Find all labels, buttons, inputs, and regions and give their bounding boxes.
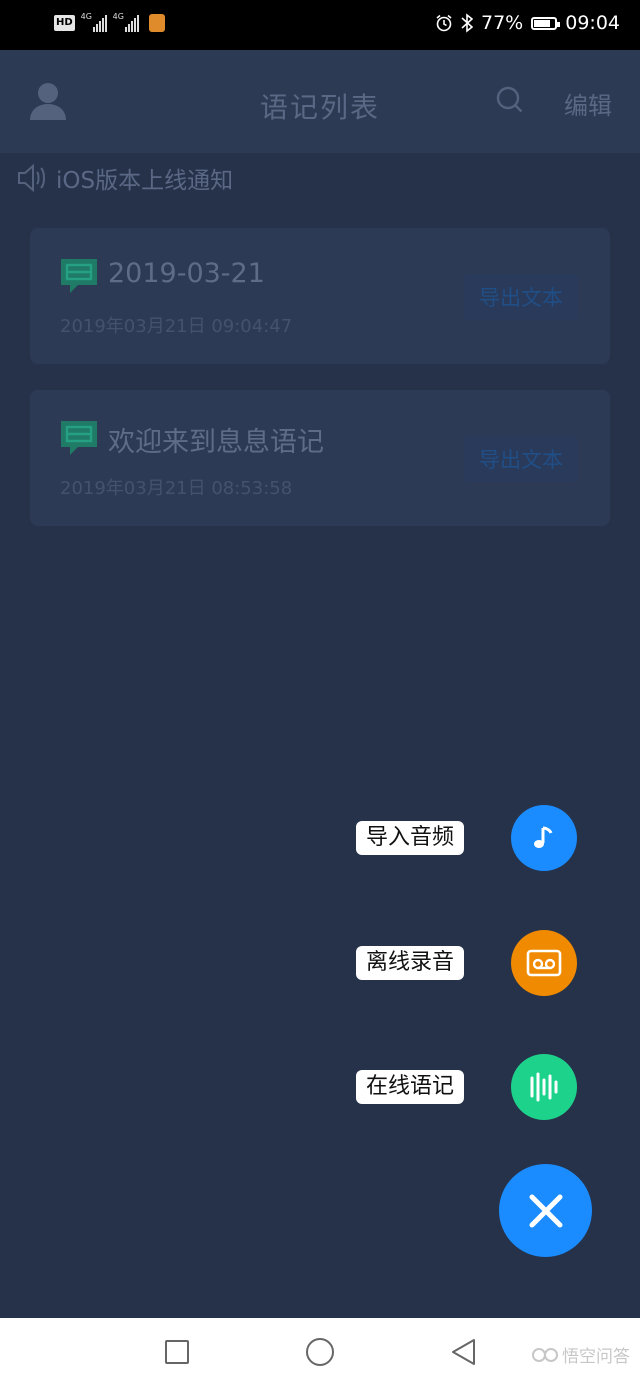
speaker-icon [18,163,45,193]
announcement-text: iOS版本上线通知 [56,168,234,194]
close-menu-button[interactable] [499,1164,592,1257]
announcement-bar[interactable]: iOS版本上线通知 [16,161,233,195]
note-title: 欢迎来到息息语记 [108,427,324,458]
import-audio-button[interactable] [511,805,577,871]
battery-percent: 77% [481,12,524,34]
page-title: 语记列表 [259,91,380,124]
signal-icon: 4G [80,12,107,32]
note-card[interactable]: 欢迎来到息息语记 2019年03月21日 08:53:58 导出文本 [30,390,610,526]
battery-icon [531,16,561,30]
music-note-icon [534,826,553,848]
sim2-network-tag: 4G [112,12,124,21]
import-audio-label[interactable]: 导入音频 [356,821,465,855]
hd-badge: HD [54,15,75,31]
note-title: 2019-03-21 [108,258,265,289]
note-card[interactable]: 2019-03-21 2019年03月21日 09:04:47 导出文本 [30,228,610,364]
clock: 09:04 [565,12,620,34]
note-datetime: 2019年03月21日 09:04:47 [60,316,293,337]
close-icon [529,1194,562,1227]
note-datetime: 2019年03月21日 08:53:58 [60,478,293,499]
watermark-text: 悟空问答 [562,1347,630,1367]
note-chat-icon [61,421,97,455]
bluetooth-icon [461,13,473,33]
sound-wave-icon [530,1072,558,1102]
home-icon[interactable] [306,1338,334,1366]
sim1-network-tag: 4G [80,12,92,21]
online-note-label[interactable]: 在线语记 [356,1070,465,1104]
alarm-icon [436,14,452,32]
status-bar: HD 4G 4G 77% 09:04 [0,0,640,50]
status-right: 77% 09:04 [435,12,620,34]
watermark: 悟空问答 [532,1342,630,1367]
offline-recording-label[interactable]: 离线录音 [356,946,465,980]
back-icon[interactable] [450,1338,478,1366]
recent-apps-icon[interactable] [165,1340,189,1364]
wukong-logo-icon [532,1347,558,1362]
signal-icon-2: 4G [112,12,139,32]
status-left: HD 4G 4G [54,12,165,32]
voicemail-icon [526,949,562,977]
system-nav-bar: 悟空问答 [0,1318,640,1387]
offline-recording-button[interactable] [511,930,577,996]
app-notification-icon [148,14,165,32]
battery-fill [534,19,550,27]
online-note-button[interactable] [511,1054,577,1120]
export-text-button[interactable]: 导出文本 [464,274,578,320]
export-text-button[interactable]: 导出文本 [464,436,578,482]
edit-button[interactable]: 编辑 [564,86,612,121]
note-chat-icon [61,259,97,293]
app-header: 语记列表 编辑 [0,50,640,153]
search-icon[interactable] [496,86,524,114]
